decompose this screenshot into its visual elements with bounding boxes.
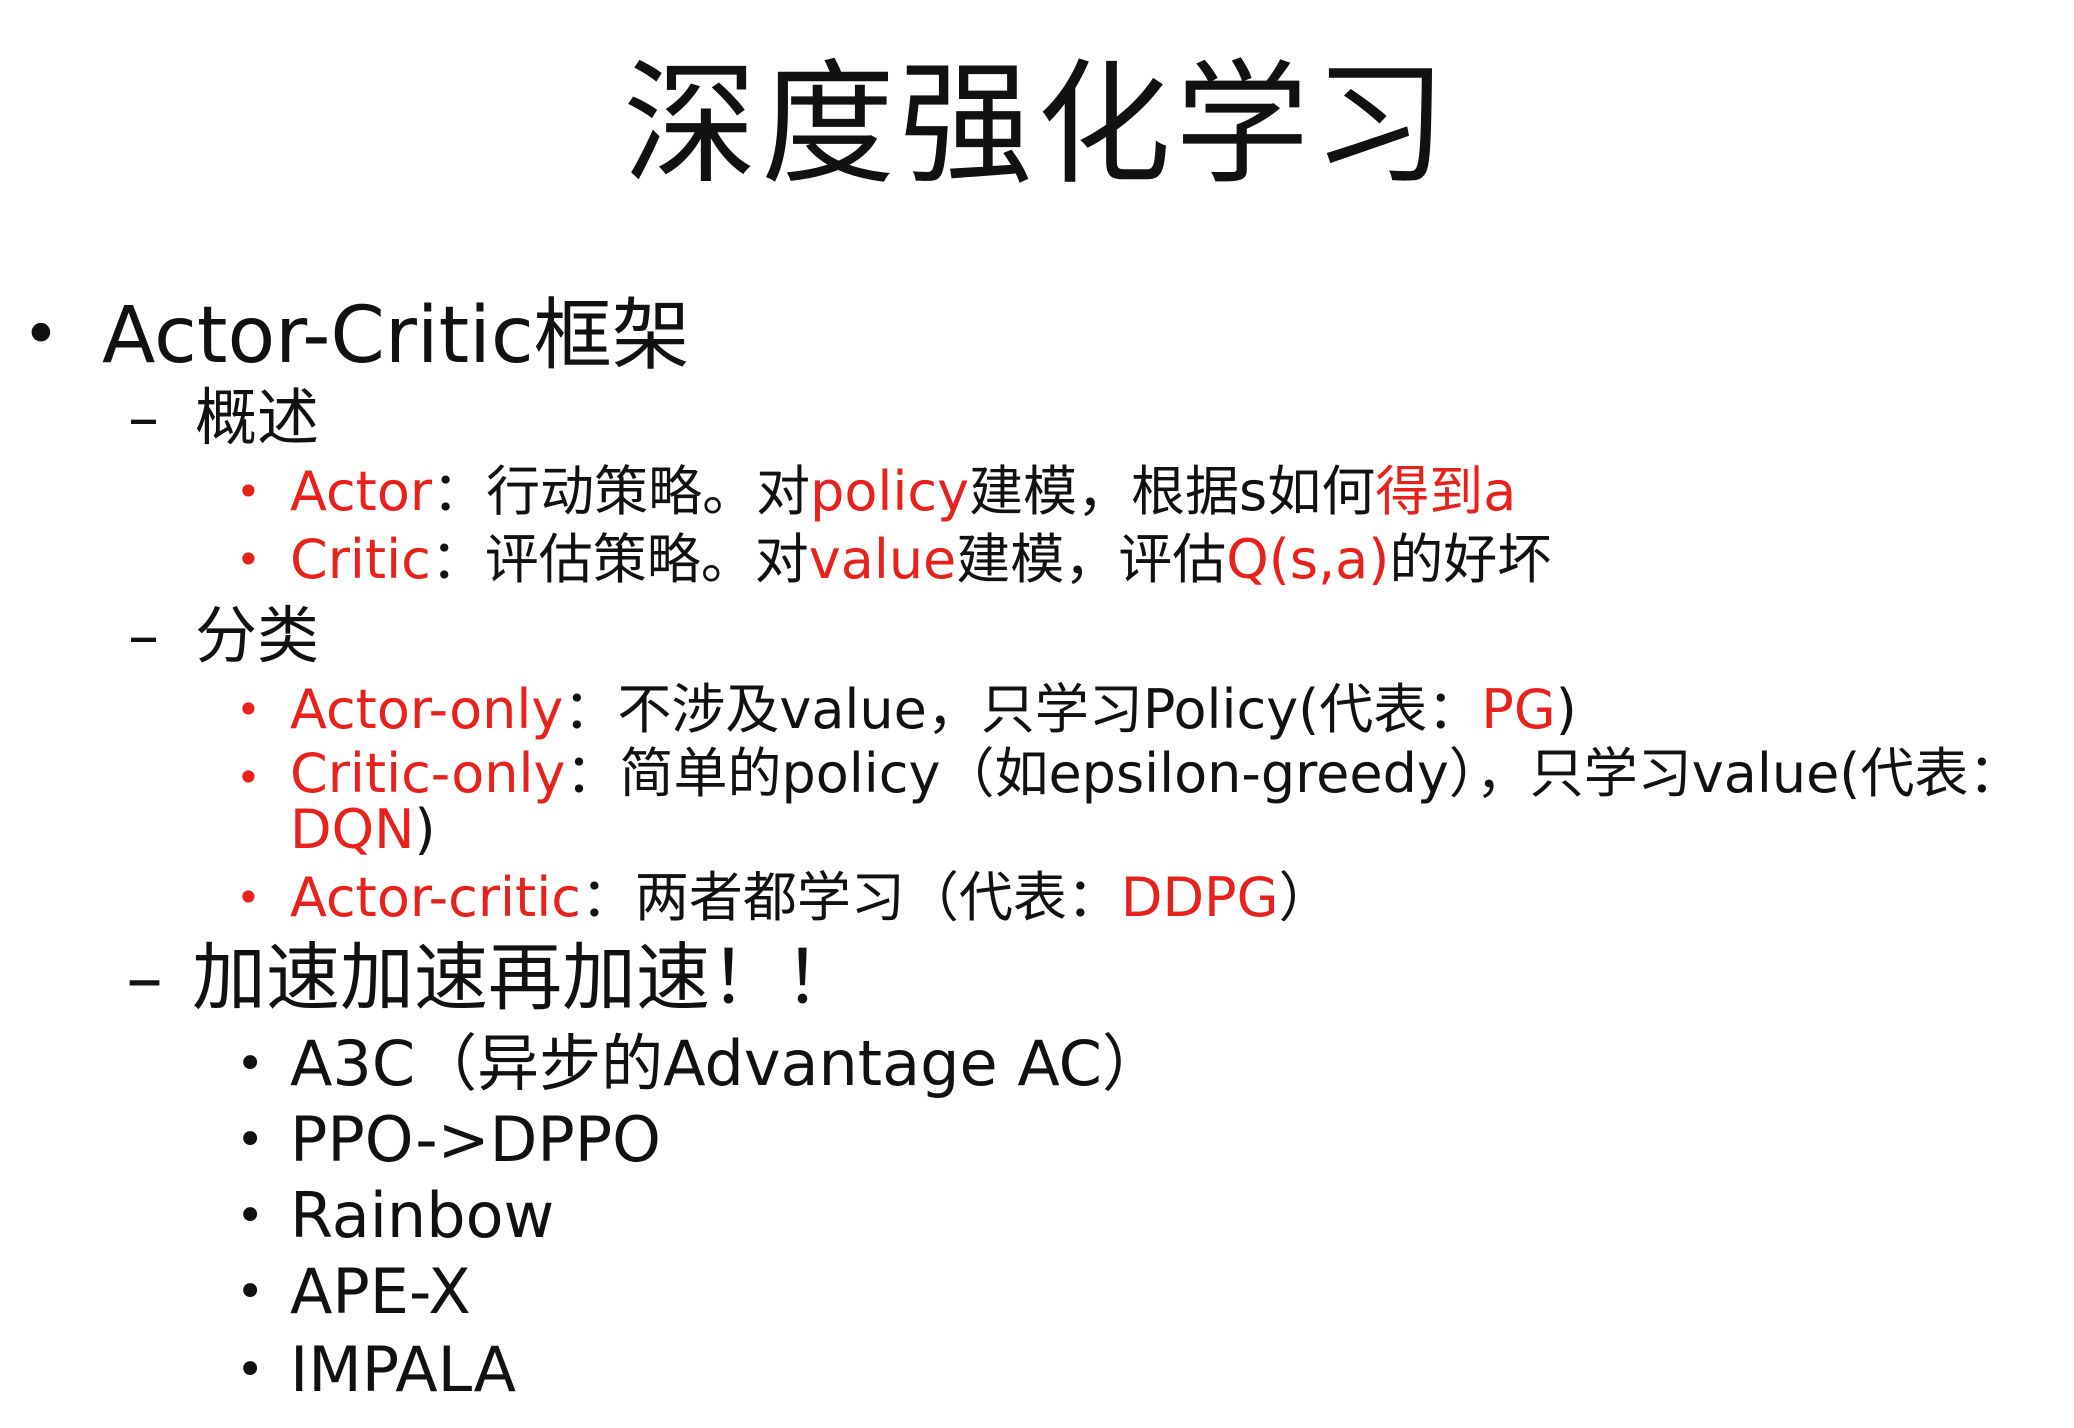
highlight: Q(s,a) [1226,528,1390,591]
highlight: PG [1481,678,1556,741]
highlight: DQN [290,798,415,861]
desc: ) [1555,678,1577,741]
desc: 建模，评估 [956,528,1227,591]
term: Critic [290,528,431,591]
section-heading: Actor-Critic框架 [102,291,690,381]
slide-title: 深度强化学习 [622,47,1451,203]
overview-item-critic: Critic：评估策略。对value建模，评估Q(s,a)的好坏 [290,528,1551,592]
overview-dash: – [128,381,159,454]
speedup-bullet: • [236,1264,265,1320]
term: Critic-only [290,742,566,805]
speedup-item-rainbow: Rainbow [290,1179,555,1252]
speedup-bullet: • [236,1188,265,1244]
speedup-bullet: • [236,1342,265,1398]
speedup-item-apex: APE-X [290,1255,471,1328]
overview-label: 概述 [195,381,320,454]
actor-bullet: • [236,467,261,516]
classification-item-actor-only: Actor-only：不涉及value，只学习Policy(代表：PG) [290,678,1577,742]
speedup-dash: – [126,935,163,1021]
actor-only-bullet: • [236,685,261,734]
highlight: policy [810,460,970,523]
speedup-item-a3c: A3C（异步的Advantage AC） [290,1027,1164,1100]
term: Actor [290,460,433,523]
classification-item-actor-critic: Actor-critic：两者都学习（代表：DDPG） [290,866,1332,930]
critic-bullet: • [236,535,261,584]
level1-bullet: • [22,298,60,372]
highlight: value [808,528,957,591]
highlight: 得到a [1375,460,1517,523]
speedup-item-ppo: PPO->DPPO [290,1103,661,1176]
speedup-bullet: • [236,1036,265,1092]
term: Actor-only [290,678,564,741]
desc: ：评估策略。对 [430,528,809,591]
critic-only-bullet: • [236,753,261,802]
desc: ：行动策略。对 [432,460,811,523]
actor-critic-bullet: • [236,873,261,922]
classification-dash: – [128,599,159,672]
speedup-bullet: • [236,1112,265,1168]
desc: ：不涉及value，只学习Policy(代表： [563,678,1482,741]
speedup-label: 加速加速再加速！！ [192,935,858,1021]
desc: ) [414,798,436,861]
highlight: DDPG [1120,866,1279,929]
speedup-item-impala: IMPALA [290,1333,516,1406]
classification-label: 分类 [195,599,320,672]
overview-item-actor: Actor：行动策略。对policy建模，根据s如何得到a [290,460,1516,524]
desc: ：两者都学习（代表： [580,866,1121,929]
classification-item-critic-only: Critic-only：简单的policy（如epsilon-greedy），只… [290,746,2060,858]
desc: ） [1278,866,1333,929]
desc: 的好坏 [1389,528,1552,591]
term: Actor-critic [290,866,581,929]
desc: 建模，根据s如何 [969,460,1376,523]
desc: ：简单的policy（如epsilon-greedy），只学习value(代表： [565,742,2023,805]
